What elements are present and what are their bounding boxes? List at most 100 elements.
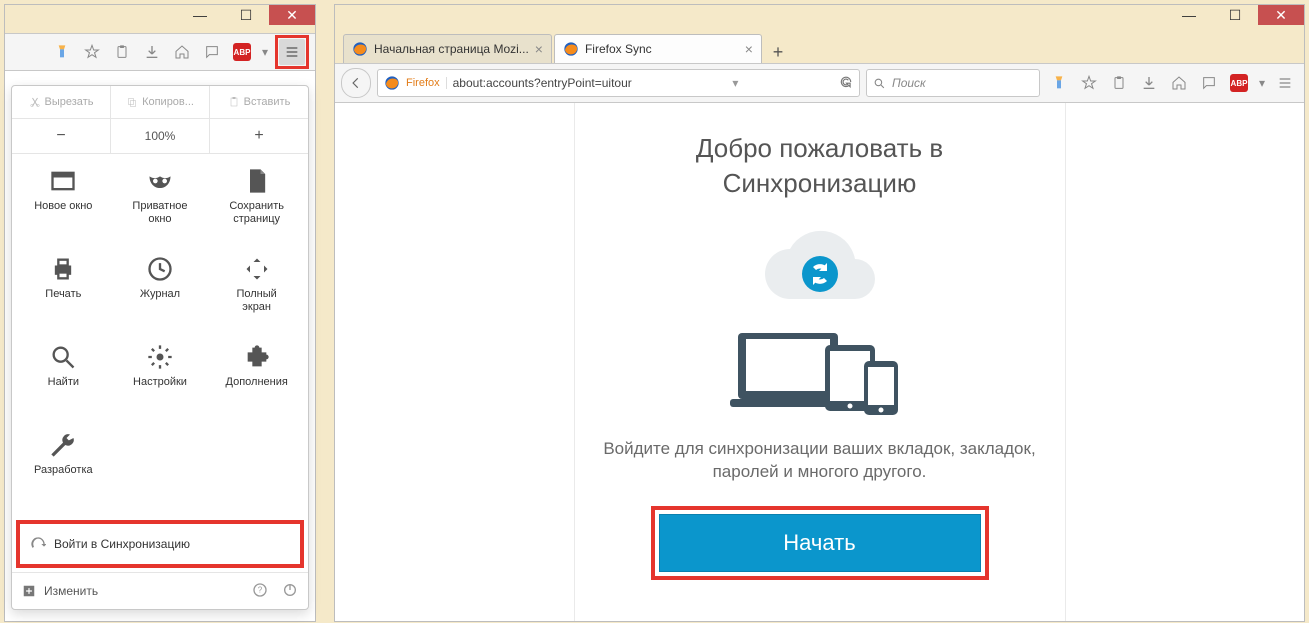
sync-signin-button[interactable]: Войти в Синхронизацию: [16, 520, 304, 568]
abp-icon[interactable]: ABP: [1226, 70, 1252, 96]
menu-bottom-row: Изменить ?: [12, 572, 308, 609]
dropdown-icon[interactable]: ▾: [732, 76, 738, 90]
minimize-button[interactable]: —: [177, 5, 223, 25]
copy-label: Копиров...: [142, 96, 194, 108]
clipboard-icon[interactable]: [109, 39, 135, 65]
paste-label: Вставить: [244, 96, 291, 108]
page-description: Войдите для синхронизации ваших вкладок,…: [595, 438, 1045, 484]
zoom-out-button[interactable]: −: [12, 119, 111, 153]
minimize-button[interactable]: —: [1166, 5, 1212, 25]
fullscreen-icon: [242, 254, 272, 284]
tab-label: Начальная страница Mozi...: [374, 42, 529, 56]
menu-label: Печать: [45, 288, 81, 301]
search-placeholder: Поиск: [892, 76, 926, 90]
hamburger-menu-button[interactable]: [279, 39, 305, 65]
customize-button[interactable]: Изменить: [22, 584, 98, 598]
maximize-button[interactable]: ☐: [223, 5, 269, 25]
zoom-in-button[interactable]: +: [210, 119, 308, 153]
hamburger-highlight: [275, 35, 309, 69]
start-button[interactable]: Начать: [659, 514, 981, 572]
url-prefix: Firefox: [406, 77, 447, 89]
menu-label: Журнал: [140, 288, 180, 301]
cloud-sync-icon: [755, 219, 885, 319]
menu-print[interactable]: Печать: [16, 250, 111, 332]
zoom-row: − 100% +: [12, 119, 308, 154]
menu-fullscreen[interactable]: Полный экран: [209, 250, 304, 332]
tab-close-icon[interactable]: ×: [745, 41, 753, 57]
tabstrip: Начальная страница Mozi... × Firefox Syn…: [335, 33, 1304, 63]
tab-label: Firefox Sync: [585, 42, 652, 56]
cut-button[interactable]: Вырезать: [12, 86, 111, 118]
menu-private-window[interactable]: Приватное окно: [113, 162, 208, 244]
copy-icon: [126, 96, 138, 108]
home-icon[interactable]: [1166, 70, 1192, 96]
star-icon[interactable]: [79, 39, 105, 65]
search-bar[interactable]: Поиск: [866, 69, 1040, 97]
gear-icon: [145, 342, 175, 372]
page-title-2: Синхронизацию: [723, 168, 917, 199]
customize-label: Изменить: [44, 584, 98, 598]
puzzle-icon: [242, 342, 272, 372]
copy-button[interactable]: Копиров...: [111, 86, 210, 118]
star-icon[interactable]: [1076, 70, 1102, 96]
menu-label: Дополнения: [226, 376, 288, 389]
right-window: — ☐ ✕ Начальная страница Mozi... × Firef…: [334, 4, 1305, 622]
chat-icon[interactable]: [199, 39, 225, 65]
menu-new-window[interactable]: Новое окно: [16, 162, 111, 244]
new-window-icon: [48, 166, 78, 196]
sync-page: Добро пожаловать в Синхронизацию Войдите…: [574, 103, 1066, 621]
menu-label: Найти: [48, 376, 79, 389]
download-icon[interactable]: [139, 39, 165, 65]
hamburger-menu-button[interactable]: [1272, 70, 1298, 96]
help-icon[interactable]: ?: [252, 582, 268, 601]
zoom-level[interactable]: 100%: [111, 119, 210, 153]
start-button-label: Начать: [783, 530, 855, 556]
cut-label: Вырезать: [45, 96, 94, 108]
hamburger-menu-panel: Вырезать Копиров... Вставить − 100% + Но…: [11, 85, 309, 610]
paste-button[interactable]: Вставить: [210, 86, 308, 118]
firefox-icon: [384, 75, 400, 91]
reload-icon[interactable]: [839, 75, 853, 92]
wrench-icon: [48, 430, 78, 460]
maximize-button[interactable]: ☐: [1212, 5, 1258, 25]
scissors-icon: [29, 96, 41, 108]
menu-label: Разработка: [34, 464, 93, 477]
menu-settings[interactable]: Настройки: [113, 338, 208, 420]
menu-developer[interactable]: Разработка: [16, 426, 111, 508]
new-tab-button[interactable]: +: [764, 42, 792, 63]
navbar: Firefox about:accounts?entryPoint=uitour…: [335, 63, 1304, 103]
abp-dropdown-icon[interactable]: ▾: [259, 39, 271, 65]
menu-label: Сохранить страницу: [229, 200, 284, 225]
edit-row: Вырезать Копиров... Вставить: [12, 86, 308, 119]
sync-label: Войти в Синхронизацию: [54, 537, 190, 551]
search-icon: [48, 342, 78, 372]
left-titlebar: — ☐ ✕: [5, 5, 315, 33]
menu-history[interactable]: Журнал: [113, 250, 208, 332]
tab-close-icon[interactable]: ×: [535, 41, 543, 57]
power-icon[interactable]: [282, 582, 298, 601]
colorpicker-icon[interactable]: [49, 39, 75, 65]
chat-icon[interactable]: [1196, 70, 1222, 96]
tab-sync[interactable]: Firefox Sync ×: [554, 34, 762, 63]
back-button[interactable]: [341, 68, 371, 98]
menu-addons[interactable]: Дополнения: [209, 338, 304, 420]
page-title-1: Добро пожаловать в: [696, 133, 943, 164]
colorpicker-icon[interactable]: [1046, 70, 1072, 96]
abp-dropdown-icon[interactable]: ▾: [1256, 70, 1268, 96]
abp-icon[interactable]: ABP: [229, 39, 255, 65]
paste-icon: [228, 96, 240, 108]
menu-grid: Новое окно Приватное окно Сохранить стра…: [12, 154, 308, 516]
menu-label: Приватное окно: [132, 200, 187, 225]
menu-find[interactable]: Найти: [16, 338, 111, 420]
mask-icon: [145, 166, 175, 196]
home-icon[interactable]: [169, 39, 195, 65]
menu-save-page[interactable]: Сохранить страницу: [209, 162, 304, 244]
menu-label: Полный экран: [236, 288, 276, 313]
download-icon[interactable]: [1136, 70, 1162, 96]
close-button[interactable]: ✕: [1258, 5, 1304, 25]
tab-homepage[interactable]: Начальная страница Mozi... ×: [343, 34, 552, 63]
url-bar[interactable]: Firefox about:accounts?entryPoint=uitour…: [377, 69, 860, 97]
right-titlebar: — ☐ ✕: [335, 5, 1304, 33]
clipboard-icon[interactable]: [1106, 70, 1132, 96]
close-button[interactable]: ✕: [269, 5, 315, 25]
